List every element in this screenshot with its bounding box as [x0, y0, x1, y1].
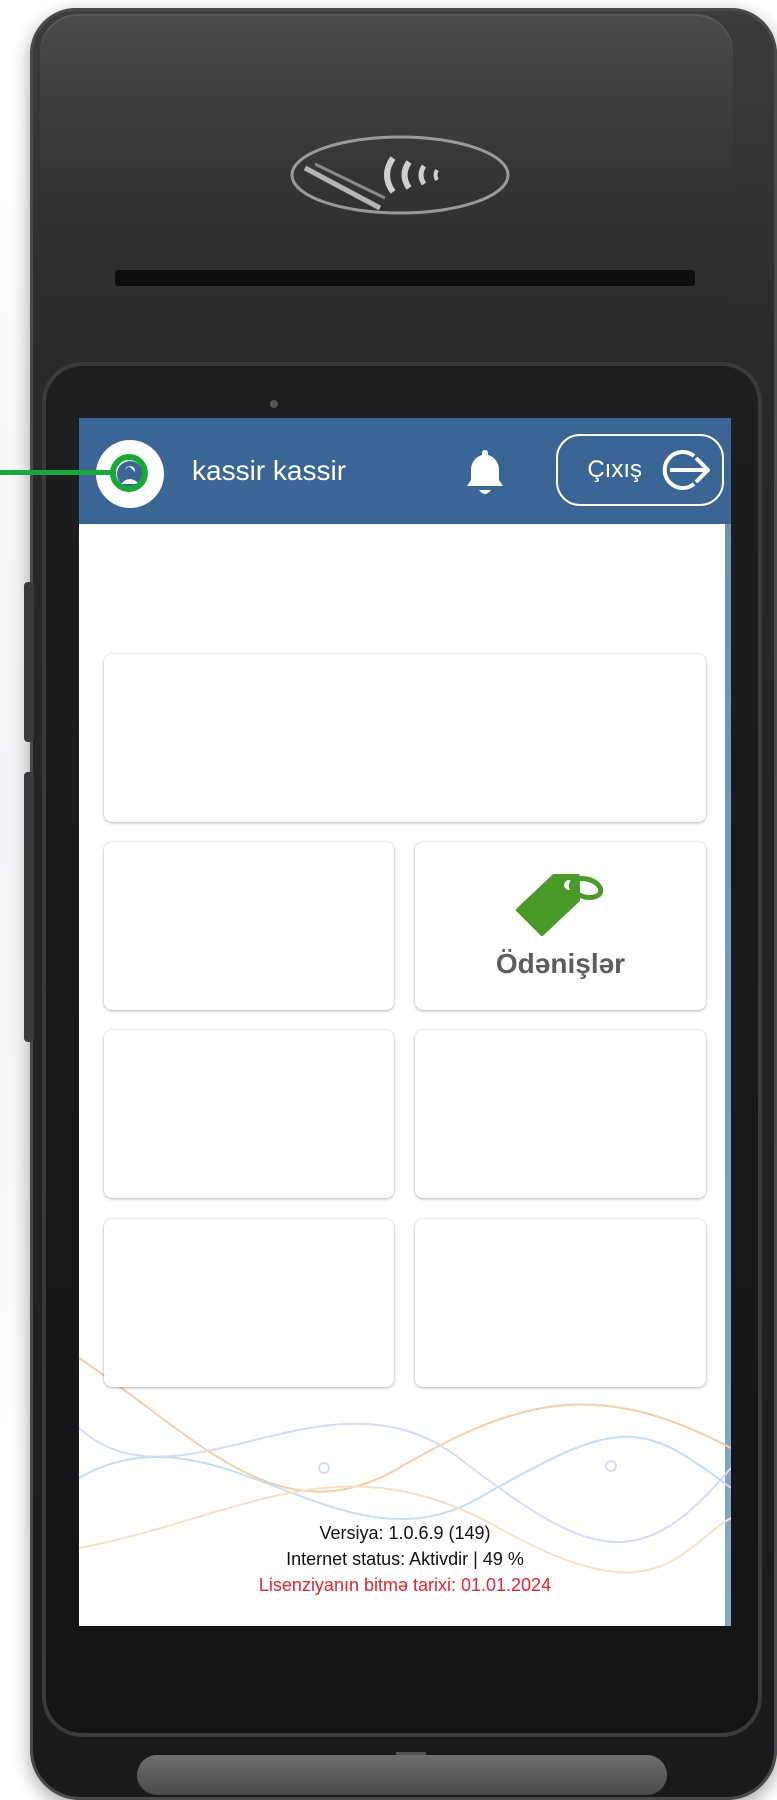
license-expiry-text: Lisenziyanın bitmə tarixi: 01.01.2024 — [258, 1575, 552, 1595]
logout-button[interactable]: Çıxış — [556, 434, 724, 506]
menu-tile[interactable] — [415, 1030, 706, 1198]
annotation-pointer-line — [0, 470, 115, 475]
tile-label-payments: Ödənişlər — [495, 948, 626, 979]
device-side-button — [24, 582, 34, 742]
version-text: Versiya: 1.0.6.9 (149) — [319, 1523, 491, 1543]
internet-status-text: Internet status: Aktivdir | 49 % — [286, 1549, 524, 1569]
bell-icon[interactable] — [463, 446, 507, 498]
user-name: kassir kassir — [192, 455, 347, 486]
receipt-paper-slot — [115, 270, 695, 286]
camera-icon — [270, 400, 278, 408]
menu-tile[interactable] — [104, 1219, 394, 1387]
menu-tile-payments[interactable]: Ödənişlər — [415, 842, 706, 1010]
device-bottom-bar — [137, 1755, 667, 1795]
annotation-highlight-ring — [110, 454, 148, 492]
logout-arrow-icon — [662, 450, 710, 490]
menu-tile[interactable] — [104, 654, 706, 822]
nfc-contactless-logo — [290, 135, 510, 215]
menu-tile[interactable] — [415, 1219, 706, 1387]
logout-label: Çıxış — [587, 456, 642, 483]
price-tag-icon — [516, 874, 604, 936]
menu-tile[interactable] — [104, 842, 394, 1010]
device-side-button — [24, 772, 34, 1042]
footer-info: Versiya: 1.0.6.9 (149) Internet status: … — [79, 1520, 731, 1598]
app-screen: kassir kassir Çıxış Ödənişlər Versiya: 1… — [79, 418, 731, 1626]
app-header: kassir kassir Çıxış — [79, 418, 731, 524]
menu-tile[interactable] — [104, 1030, 394, 1198]
